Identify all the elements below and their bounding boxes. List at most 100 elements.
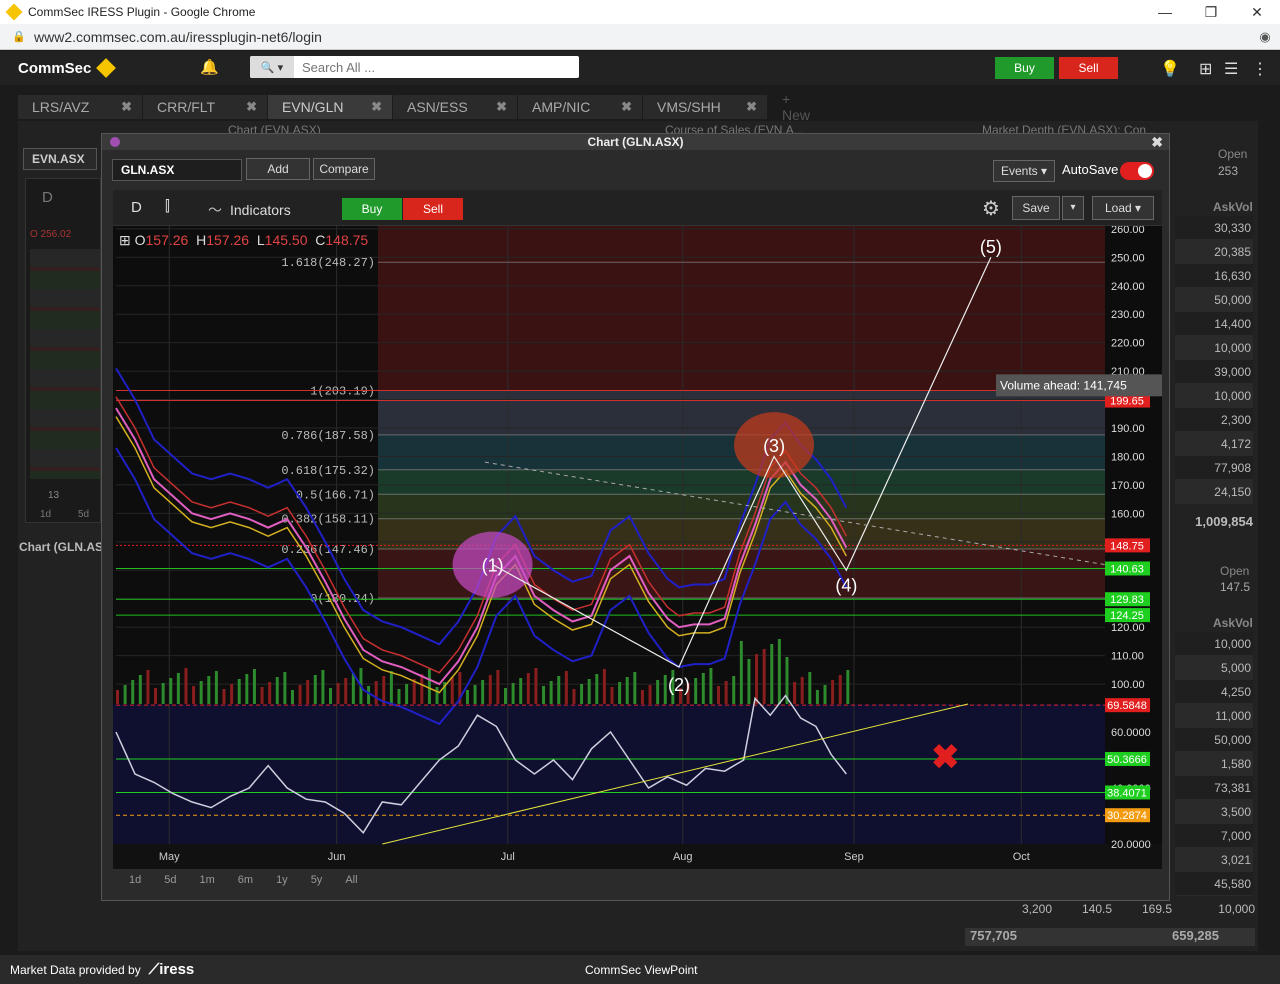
open-value-1: 253 bbox=[1218, 164, 1239, 178]
close-modal-icon[interactable]: ✖ bbox=[1151, 134, 1163, 150]
indicators-button[interactable]: 〜 Indicators bbox=[208, 200, 291, 220]
link-color-icon[interactable] bbox=[110, 137, 120, 147]
volume-bar bbox=[275, 677, 279, 704]
settings-gear-icon[interactable]: ⚙ bbox=[982, 196, 1000, 221]
volume-bar bbox=[329, 688, 333, 704]
chart-buy-button[interactable]: Buy bbox=[342, 198, 402, 220]
menu-icon[interactable]: ☰ bbox=[1224, 59, 1238, 79]
volume-bar bbox=[534, 668, 538, 704]
crosshair-icon[interactable]: ⊞ bbox=[119, 232, 131, 248]
volume-bar bbox=[511, 683, 515, 704]
low-label: L bbox=[256, 232, 265, 248]
bg-mini-range-5d[interactable]: 5d bbox=[78, 509, 89, 520]
indicator-tick-label: 60.0000 bbox=[1111, 727, 1151, 739]
close-tab-icon[interactable]: ✖ bbox=[246, 99, 257, 115]
minimize-icon[interactable]: — bbox=[1142, 4, 1188, 20]
tab-lrs-avz[interactable]: LRS/AVZ ✖ bbox=[18, 95, 143, 119]
lightbulb-icon[interactable]: 💡 bbox=[1160, 59, 1180, 79]
add-widget-icon[interactable]: ⊞ bbox=[1199, 59, 1212, 79]
volume-bar bbox=[131, 680, 135, 704]
chart-sell-button[interactable]: Sell bbox=[403, 198, 463, 220]
range-1y[interactable]: 1y bbox=[276, 874, 288, 886]
search-scope-button[interactable]: 🔍 ▾ bbox=[250, 56, 294, 78]
depth-total-ask: 659,285 bbox=[1172, 928, 1219, 943]
time-axis-bg bbox=[113, 844, 1162, 869]
price-tick-label: 110.00 bbox=[1111, 651, 1144, 663]
commsec-viewpoint-label: CommSec ViewPoint bbox=[585, 962, 698, 977]
commsec-logo[interactable]: CommSec bbox=[18, 58, 117, 78]
volume-bar bbox=[230, 684, 234, 704]
tab-asn-ess[interactable]: ASN/ESS ✖ bbox=[393, 95, 518, 119]
ohlc-readout: ⊞ O157.26 H157.26 L145.50 C148.75 bbox=[119, 232, 368, 249]
red-x-mark: ✖ bbox=[931, 738, 960, 776]
interval-button[interactable]: D bbox=[131, 199, 142, 216]
new-tab-button[interactable]: + New bbox=[768, 91, 828, 123]
volume-bar bbox=[465, 690, 469, 704]
volume-bar bbox=[268, 682, 272, 704]
volume-bar bbox=[313, 675, 317, 704]
price-chart-svg[interactable]: MayJunJulAugSepOctNovDec2023Feb100.00110… bbox=[113, 226, 1162, 869]
volume-bar bbox=[823, 685, 827, 704]
iress-logo: ⟋iress bbox=[148, 961, 195, 978]
volume-bar bbox=[557, 676, 561, 704]
close-tab-icon[interactable]: ✖ bbox=[121, 99, 132, 115]
tab-crr-flt[interactable]: CRR/FLT ✖ bbox=[143, 95, 268, 119]
close-tab-icon[interactable]: ✖ bbox=[496, 99, 507, 115]
close-tab-icon[interactable]: ✖ bbox=[371, 99, 382, 115]
askvol-column-2: 10,000 5,000 4,250 11,000 50,000 1,580 7… bbox=[1175, 632, 1253, 896]
close-tab-icon[interactable]: ✖ bbox=[746, 99, 757, 115]
volume-bar bbox=[755, 654, 759, 704]
depth-cell: 7,000 bbox=[1175, 824, 1253, 848]
month-tick-label: Aug bbox=[673, 851, 693, 863]
range-all[interactable]: All bbox=[345, 874, 357, 886]
add-button[interactable]: Add bbox=[246, 158, 310, 180]
chart-canvas[interactable]: ⊞ O157.26 H157.26 L145.50 C148.75 May Jun… bbox=[113, 226, 1162, 869]
candlestick-icon[interactable]: ⫿ bbox=[165, 198, 170, 215]
save-button[interactable]: Save bbox=[1012, 196, 1060, 220]
bg-mini-plot bbox=[30, 249, 100, 479]
bg-symbol-input[interactable]: EVN.ASX bbox=[23, 148, 97, 170]
search-input[interactable] bbox=[294, 57, 579, 77]
eye-icon[interactable]: ◉ bbox=[1250, 29, 1280, 45]
range-1d[interactable]: 1d bbox=[129, 874, 141, 886]
tab-amp-nic[interactable]: AMP/NIC ✖ bbox=[518, 95, 643, 119]
lock-icon[interactable]: 🔒 bbox=[12, 30, 26, 43]
price-tick-label: 180.00 bbox=[1111, 451, 1145, 463]
close-icon[interactable]: ✕ bbox=[1234, 4, 1280, 21]
modal-titlebar[interactable]: Chart (GLN.ASX) ✖ bbox=[102, 134, 1169, 150]
month-tick-label: Sep bbox=[844, 851, 864, 863]
volume-bar bbox=[488, 675, 492, 704]
bg-mini-range-1d[interactable]: 1d bbox=[40, 509, 51, 520]
range-1m[interactable]: 1m bbox=[200, 874, 215, 886]
save-dropdown-button[interactable]: ▾ bbox=[1062, 196, 1084, 220]
header-sell-button[interactable]: Sell bbox=[1059, 57, 1118, 79]
volume-bar bbox=[138, 675, 142, 704]
events-dropdown[interactable]: Events ▾ bbox=[993, 160, 1055, 182]
volume-bar bbox=[663, 675, 667, 704]
price-marker-label: 129.83 bbox=[1110, 594, 1144, 606]
url-text[interactable]: www2.commsec.com.au/iressplugin-net6/log… bbox=[34, 29, 1250, 45]
load-dropdown[interactable]: Load ▾ bbox=[1092, 196, 1154, 220]
range-5d[interactable]: 5d bbox=[164, 874, 176, 886]
depth-total-bid: 757,705 bbox=[970, 928, 1017, 943]
toggle-knob bbox=[1138, 164, 1152, 178]
range-5y[interactable]: 5y bbox=[311, 874, 323, 886]
autosave-toggle[interactable] bbox=[1120, 162, 1154, 180]
restore-icon[interactable]: ❐ bbox=[1188, 4, 1234, 21]
close-tab-icon[interactable]: ✖ bbox=[621, 99, 632, 115]
price-tick-label: 240.00 bbox=[1111, 281, 1145, 293]
price-marker-label: 124.25 bbox=[1110, 610, 1144, 622]
more-icon[interactable]: ⋮ bbox=[1252, 59, 1268, 79]
tab-vms-shh[interactable]: VMS/SHH ✖ bbox=[643, 95, 768, 119]
indicator-marker-label: 30.2874 bbox=[1107, 810, 1147, 822]
header-buy-button[interactable]: Buy bbox=[995, 57, 1054, 79]
fib-level-label: 1(203.19) bbox=[310, 384, 375, 398]
compare-button[interactable]: Compare bbox=[313, 158, 375, 180]
bell-icon[interactable]: 🔔 bbox=[200, 58, 219, 76]
tab-evn-gln[interactable]: EVN/GLN ✖ bbox=[268, 95, 393, 119]
symbol-input[interactable]: GLN.ASX bbox=[112, 159, 242, 181]
close-value: 148.75 bbox=[325, 232, 369, 248]
volume-bar bbox=[800, 677, 804, 704]
price-tick-label: 190.00 bbox=[1111, 423, 1145, 435]
range-6m[interactable]: 6m bbox=[238, 874, 253, 886]
